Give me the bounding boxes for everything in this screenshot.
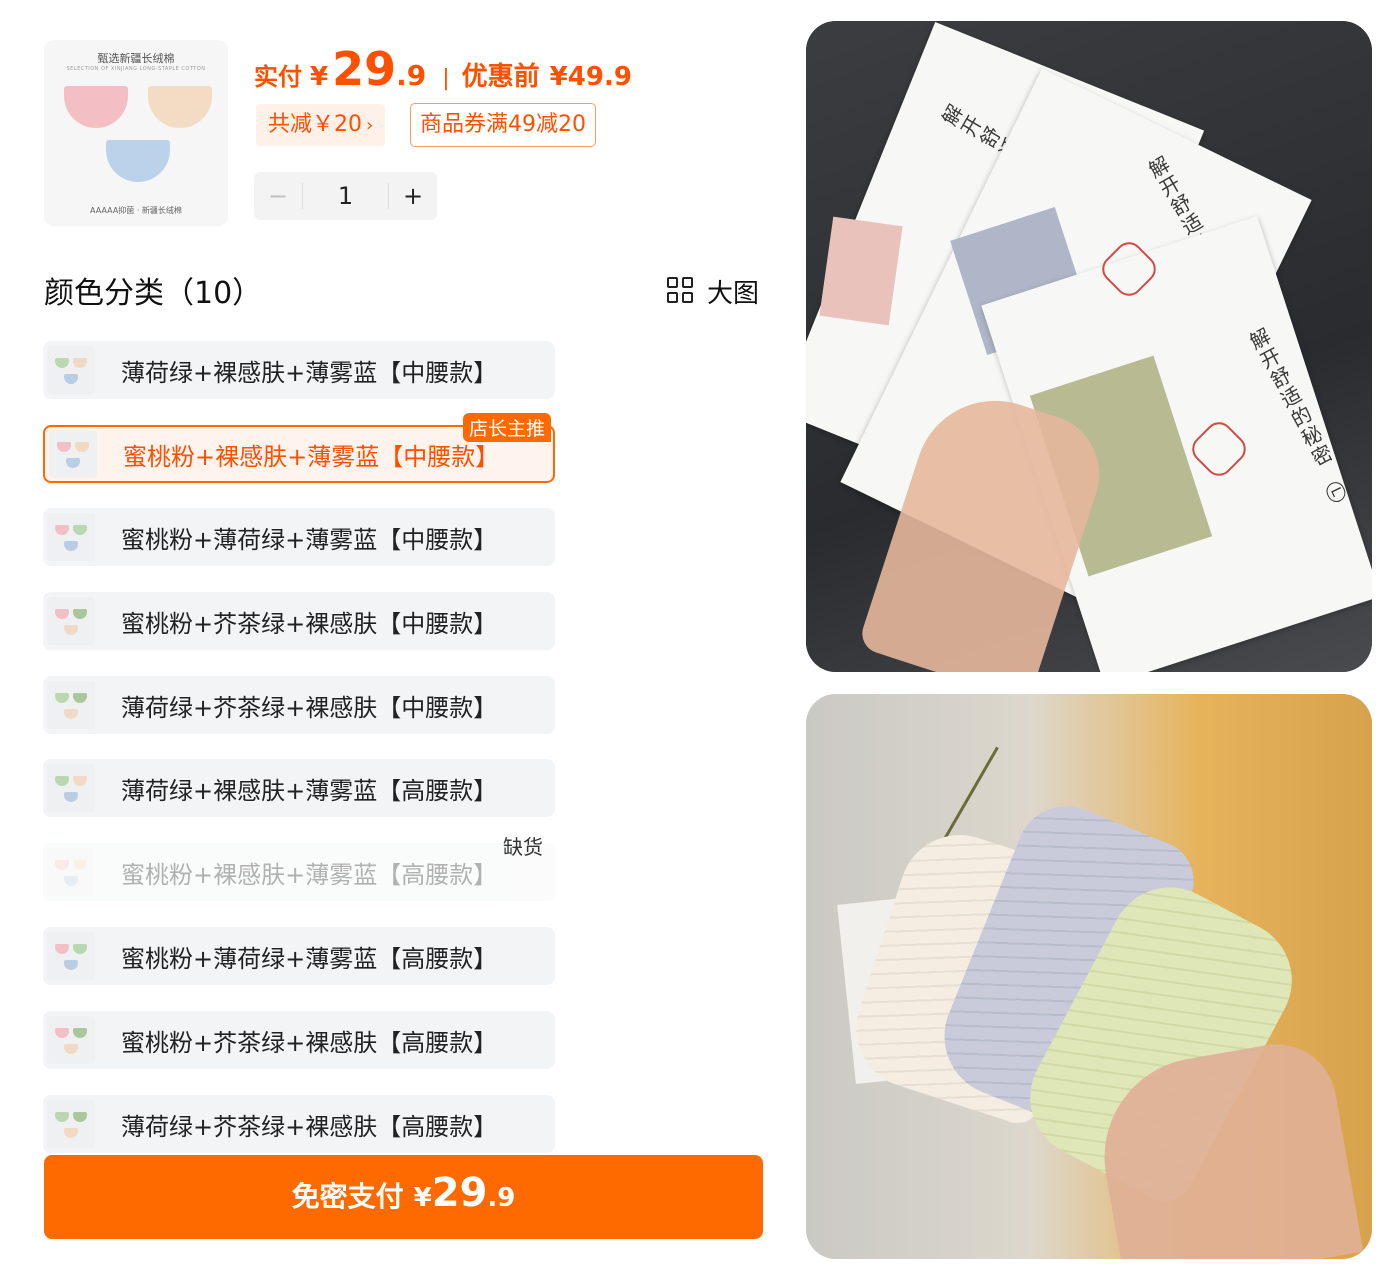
color-option[interactable]: 薄荷绿+裸感肤+薄雾蓝【高腰款】 bbox=[43, 759, 555, 817]
out-of-stock-label: 缺货 bbox=[503, 835, 543, 859]
color-option-thumbnail bbox=[47, 513, 95, 561]
pay-button-currency: ¥ bbox=[413, 1183, 432, 1213]
original-price: ¥49.9 bbox=[549, 62, 632, 92]
pink-swatch bbox=[819, 216, 903, 326]
color-option[interactable]: 薄荷绿+裸感肤+薄雾蓝【中腰款】 bbox=[43, 341, 555, 399]
brief-pink bbox=[64, 86, 128, 128]
color-option-thumbnail bbox=[47, 764, 95, 812]
pay-button-label: 免密支付 bbox=[291, 1180, 404, 1213]
brief-nude bbox=[148, 86, 212, 128]
color-option-label: 蜜桃粉+芥茶绿+裸感肤【高腰款】 bbox=[121, 1028, 498, 1057]
big-view-button[interactable]: 大图 bbox=[667, 274, 760, 309]
color-option[interactable]: 蜜桃粉+薄荷绿+薄雾蓝【高腰款】 bbox=[43, 927, 555, 985]
price-separator: | bbox=[442, 66, 450, 91]
total-saving-text: 共减￥20 bbox=[268, 112, 362, 137]
actual-pay-label: 实付 bbox=[254, 63, 302, 91]
quantity-value[interactable]: 1 bbox=[302, 183, 389, 209]
product-photo-folded[interactable] bbox=[806, 694, 1372, 1259]
price-integer: 29 bbox=[332, 42, 397, 96]
quantity-stepper: − 1 + bbox=[254, 172, 437, 220]
big-view-label: 大图 bbox=[707, 278, 760, 309]
color-option[interactable]: 薄荷绿+芥茶绿+裸感肤【中腰款】 bbox=[43, 676, 555, 734]
color-option[interactable]: 蜜桃粉+裸感肤+薄雾蓝【中腰款】 店长主推 bbox=[43, 413, 555, 483]
coupon-tag[interactable]: 商品券满49减20 bbox=[410, 103, 596, 147]
color-category-title: 颜色分类（10） bbox=[44, 276, 263, 311]
pay-button-decimal: .9 bbox=[487, 1183, 516, 1213]
color-option[interactable]: 蜜桃粉+芥茶绿+裸感肤【高腰款】 bbox=[43, 1011, 555, 1069]
color-option-label: 薄荷绿+裸感肤+薄雾蓝【中腰款】 bbox=[121, 358, 498, 387]
color-option-thumbnail bbox=[47, 681, 95, 729]
brief-blue bbox=[106, 140, 170, 182]
original-price-label: 优惠前 bbox=[461, 62, 540, 92]
product-thumbnail[interactable]: 甄选新疆长绒棉 SELECTION OF XINJIANG LONG-STAPL… bbox=[44, 40, 228, 226]
color-option-label: 薄荷绿+裸感肤+薄雾蓝【高腰款】 bbox=[121, 776, 498, 805]
color-option-label: 蜜桃粉+薄荷绿+薄雾蓝【中腰款】 bbox=[121, 525, 498, 554]
color-option-label: 蜜桃粉+裸感肤+薄雾蓝【中腰款】 bbox=[123, 442, 500, 471]
color-option-label: 蜜桃粉+裸感肤+薄雾蓝【高腰款】 bbox=[121, 860, 498, 889]
color-option-thumbnail bbox=[47, 1016, 95, 1064]
thumbnail-footer: AAAAA抑菌 · 新疆长绒棉 bbox=[90, 206, 182, 215]
color-option-thumbnail bbox=[47, 597, 95, 645]
color-option-label: 薄荷绿+芥茶绿+裸感肤【中腰款】 bbox=[121, 693, 498, 722]
color-option-thumbnail bbox=[49, 430, 97, 478]
color-option[interactable]: 薄荷绿+芥茶绿+裸感肤【高腰款】 bbox=[43, 1095, 555, 1153]
thumbnail-subheading: SELECTION OF XINJIANG LONG-STAPLE COTTON bbox=[66, 66, 206, 72]
decrease-button[interactable]: − bbox=[254, 182, 302, 210]
increase-button[interactable]: + bbox=[389, 182, 437, 210]
color-option-thumbnail bbox=[47, 932, 95, 980]
color-option[interactable]: 蜜桃粉+薄荷绿+薄雾蓝【中腰款】 bbox=[43, 508, 555, 566]
color-option-label: 薄荷绿+芥茶绿+裸感肤【高腰款】 bbox=[121, 1112, 498, 1141]
color-option-label: 蜜桃粉+芥茶绿+裸感肤【中腰款】 bbox=[121, 609, 498, 638]
color-option-thumbnail bbox=[47, 346, 95, 394]
color-option[interactable]: 蜜桃粉+芥茶绿+裸感肤【中腰款】 bbox=[43, 592, 555, 650]
grid-icon bbox=[667, 277, 695, 305]
color-option-label: 蜜桃粉+薄荷绿+薄雾蓝【高腰款】 bbox=[121, 944, 498, 973]
price-decimal: .9 bbox=[396, 59, 427, 92]
color-option-thumbnail bbox=[47, 848, 95, 896]
recommended-badge: 店长主推 bbox=[462, 413, 551, 442]
thumbnail-heading: 甄选新疆长绒棉 bbox=[97, 52, 175, 65]
color-option: 蜜桃粉+裸感肤+薄雾蓝【高腰款】 bbox=[43, 843, 555, 901]
product-photo-packages[interactable]: 解开舒适的 解开舒适的 解开舒适的秘密 L bbox=[806, 21, 1372, 672]
price-row: 实付 ¥ 29 .9 | 优惠前 ¥49.9 bbox=[254, 42, 632, 96]
chevron-right-icon: › bbox=[366, 115, 374, 136]
pay-button-integer: 29 bbox=[431, 1170, 488, 1216]
price-currency: ¥ bbox=[310, 62, 329, 92]
color-option-thumbnail bbox=[47, 1100, 95, 1148]
total-saving-tag[interactable]: 共减￥20 › bbox=[256, 104, 386, 146]
password-free-pay-button[interactable]: 免密支付 ¥ 29 .9 bbox=[44, 1155, 763, 1239]
